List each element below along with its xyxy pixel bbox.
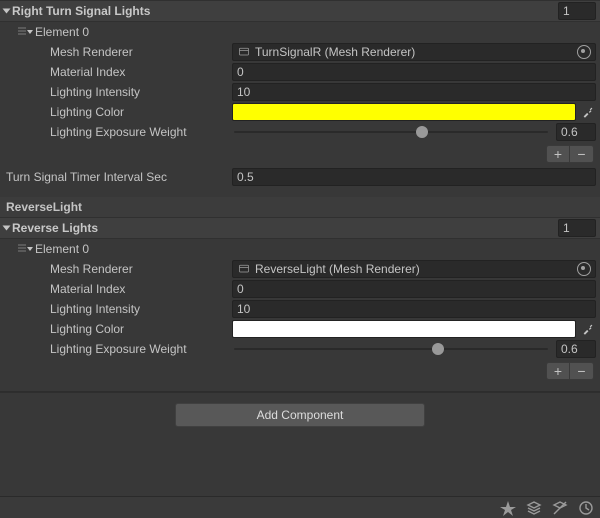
mesh-renderer-icon xyxy=(237,46,251,58)
drag-handle-icon[interactable] xyxy=(18,27,26,37)
number-input[interactable] xyxy=(232,168,596,186)
field-label: Mesh Renderer xyxy=(50,45,232,59)
foldout-icon xyxy=(3,9,11,14)
field-lighting-color: Lighting Color xyxy=(0,102,600,122)
array-header-right-turn[interactable]: Right Turn Signal Lights xyxy=(0,0,600,22)
number-input[interactable] xyxy=(232,280,596,298)
foldout-icon xyxy=(3,226,11,231)
field-lighting-exposure-weight: Lighting Exposure Weight xyxy=(0,339,600,359)
object-field-text: ReverseLight (Mesh Renderer) xyxy=(255,262,577,276)
add-element-button[interactable]: + xyxy=(546,362,570,380)
add-component-area: Add Component xyxy=(0,392,600,437)
array-buttons: + − xyxy=(0,359,600,384)
slider-thumb[interactable] xyxy=(416,126,428,138)
drag-handle-icon[interactable] xyxy=(18,244,26,254)
field-mesh-renderer: Mesh Renderer TurnSignalR (Mesh Renderer… xyxy=(0,42,600,62)
object-picker-icon[interactable] xyxy=(577,262,591,276)
object-field[interactable]: TurnSignalR (Mesh Renderer) xyxy=(232,43,596,61)
field-lighting-intensity: Lighting Intensity xyxy=(0,299,600,319)
refresh-icon[interactable] xyxy=(578,500,594,516)
field-lighting-color: Lighting Color xyxy=(0,319,600,339)
remove-element-button[interactable]: − xyxy=(570,362,594,380)
slider[interactable] xyxy=(234,348,548,350)
field-label: Material Index xyxy=(50,65,232,79)
color-swatch[interactable] xyxy=(232,103,576,121)
field-label: Lighting Color xyxy=(50,322,232,336)
field-lighting-exposure-weight: Lighting Exposure Weight xyxy=(0,122,600,142)
element-header[interactable]: Element 0 xyxy=(0,22,600,42)
object-picker-icon[interactable] xyxy=(577,45,591,59)
field-label: Turn Signal Timer Interval Sec xyxy=(6,170,232,184)
remove-element-button[interactable]: − xyxy=(570,145,594,163)
field-lighting-intensity: Lighting Intensity xyxy=(0,82,600,102)
mesh-renderer-icon xyxy=(237,263,251,275)
object-field[interactable]: ReverseLight (Mesh Renderer) xyxy=(232,260,596,278)
color-swatch[interactable] xyxy=(232,320,576,338)
foldout-icon xyxy=(27,247,33,251)
object-field-text: TurnSignalR (Mesh Renderer) xyxy=(255,45,577,59)
number-input[interactable] xyxy=(232,300,596,318)
element-label: Element 0 xyxy=(35,25,89,39)
array-buttons: + − xyxy=(0,142,600,167)
status-bar xyxy=(0,496,600,518)
field-label: Lighting Exposure Weight xyxy=(50,125,232,139)
slider[interactable] xyxy=(234,131,548,133)
layers-icon[interactable] xyxy=(526,500,542,516)
field-material-index: Material Index xyxy=(0,62,600,82)
array-title: Reverse Lights xyxy=(12,221,558,235)
field-mesh-renderer: Mesh Renderer ReverseLight (Mesh Rendere… xyxy=(0,259,600,279)
layers-off-icon[interactable] xyxy=(552,500,568,516)
array-header-reverse[interactable]: Reverse Lights xyxy=(0,217,600,239)
array-size-input[interactable] xyxy=(558,2,596,20)
slider-thumb[interactable] xyxy=(432,343,444,355)
add-component-button[interactable]: Add Component xyxy=(175,403,425,427)
add-element-button[interactable]: + xyxy=(546,145,570,163)
field-label: Lighting Intensity xyxy=(50,302,232,316)
slider-value-input[interactable] xyxy=(556,123,596,141)
slider-value-input[interactable] xyxy=(556,340,596,358)
field-material-index: Material Index xyxy=(0,279,600,299)
array-size-input[interactable] xyxy=(558,219,596,237)
foldout-icon xyxy=(27,30,33,34)
number-input[interactable] xyxy=(232,83,596,101)
eyedropper-icon[interactable] xyxy=(580,321,596,337)
auto-generate-lighting-icon[interactable] xyxy=(500,500,516,516)
eyedropper-icon[interactable] xyxy=(580,104,596,120)
field-timer-interval: Turn Signal Timer Interval Sec xyxy=(0,167,600,187)
number-input[interactable] xyxy=(232,63,596,81)
field-label: Material Index xyxy=(50,282,232,296)
field-label: Lighting Color xyxy=(50,105,232,119)
field-label: Lighting Intensity xyxy=(50,85,232,99)
field-label: Lighting Exposure Weight xyxy=(50,342,232,356)
element-header[interactable]: Element 0 xyxy=(0,239,600,259)
array-title: Right Turn Signal Lights xyxy=(12,4,558,18)
section-heading-reverselight: ReverseLight xyxy=(0,197,600,217)
field-label: Mesh Renderer xyxy=(50,262,232,276)
element-label: Element 0 xyxy=(35,242,89,256)
